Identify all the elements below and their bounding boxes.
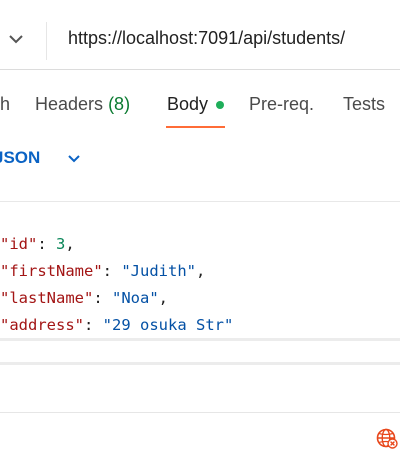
json-value: "29 osuka Str": [102, 316, 234, 334]
chevron-down-icon[interactable]: [6, 29, 26, 49]
chevron-down-icon[interactable]: [65, 150, 83, 168]
json-key: "firstName": [0, 262, 103, 280]
tab-tests[interactable]: Tests: [343, 94, 385, 115]
json-key: "lastName": [0, 289, 94, 307]
json-comma: ,: [158, 289, 169, 307]
divider: [0, 69, 400, 70]
json-value: "Noa": [112, 289, 159, 307]
editor-resize-bar[interactable]: [0, 338, 400, 341]
json-separator: :: [93, 289, 112, 307]
divider: [0, 412, 400, 413]
json-separator: :: [37, 235, 56, 253]
url-input[interactable]: https://localhost:7091/api/students/: [68, 28, 345, 49]
code-line[interactable]: "id": 3,: [0, 235, 75, 253]
headers-count-badge: (8): [108, 94, 131, 114]
json-value: "Judith": [121, 262, 196, 280]
globe-error-icon[interactable]: [376, 427, 398, 449]
active-tab-indicator: [166, 126, 225, 128]
code-line[interactable]: "address": "29 osuka Str": [0, 316, 233, 334]
body-status-dot: [216, 101, 224, 109]
json-comma: ,: [195, 262, 206, 280]
code-line[interactable]: "lastName": "Noa",: [0, 289, 168, 307]
tab-body[interactable]: Body: [167, 94, 208, 115]
tab-auth-partial[interactable]: h: [0, 94, 10, 115]
json-separator: :: [84, 316, 103, 334]
pane-divider: [0, 362, 400, 365]
json-comma: ,: [65, 235, 75, 253]
tab-pre-request[interactable]: Pre-req.: [249, 94, 314, 115]
code-line[interactable]: "firstName": "Judith",: [0, 262, 205, 280]
body-type-selector[interactable]: JSON: [0, 148, 40, 168]
tab-headers[interactable]: Headers (8): [35, 94, 130, 115]
json-key: "id": [0, 235, 38, 253]
divider: [0, 201, 400, 202]
json-key: "address": [0, 316, 84, 334]
json-separator: :: [102, 262, 122, 280]
json-value: 3: [56, 235, 66, 253]
url-divider: [46, 22, 47, 60]
tab-headers-label: Headers: [35, 94, 104, 114]
